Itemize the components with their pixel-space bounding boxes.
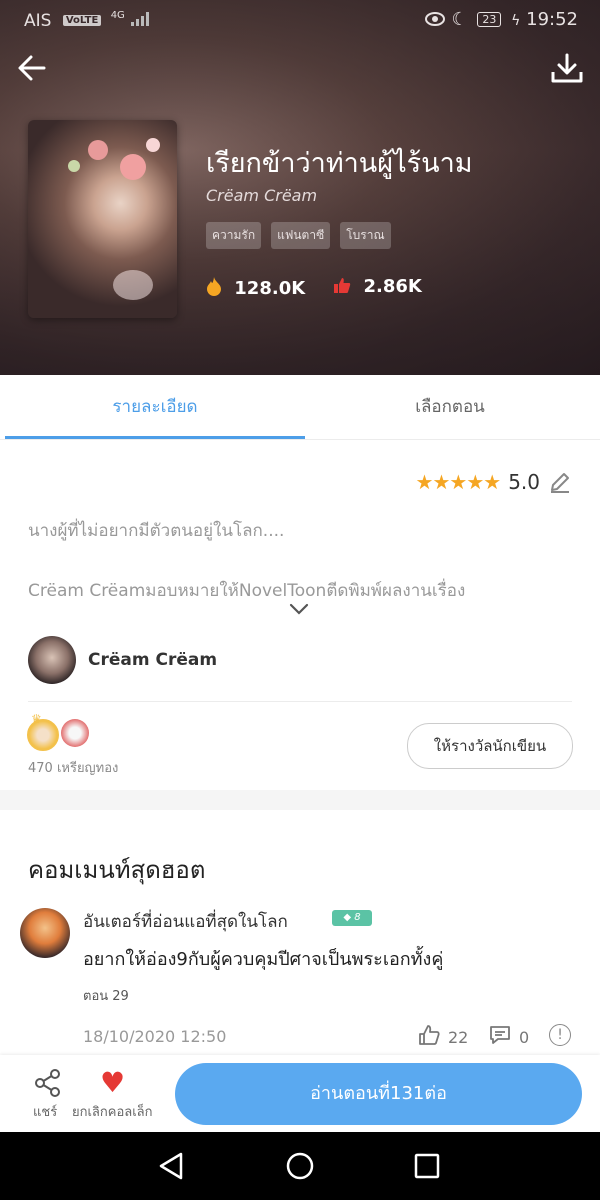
moon-icon: ☾ (451, 9, 468, 30)
tab-episodes[interactable]: เลือกตอน (300, 375, 600, 439)
coin-count: 470 เหรียญทอง (28, 761, 119, 776)
eye-icon (424, 9, 452, 30)
clock: 19:52 (526, 9, 578, 30)
book-title: เรียกข้าว่าท่านผู้ไร้นาม (206, 148, 473, 179)
charging-icon: ϟ (511, 13, 521, 29)
comment-avatar[interactable] (20, 908, 70, 958)
book-cover[interactable] (28, 120, 177, 318)
comment-text[interactable]: อยากให้อ่อง9กับผู้ควบคุมปีศาจเป็นพระเอกท… (83, 944, 443, 973)
fire-icon (206, 277, 228, 299)
chevron-down-icon[interactable] (289, 600, 309, 619)
thumbs-up-outline-icon (418, 1024, 440, 1050)
nav-home-icon[interactable] (285, 1151, 315, 1185)
level-value: 8 (354, 912, 361, 923)
heart-icon[interactable]: ♥ (100, 1066, 125, 1099)
status-right: ☾ 23 ϟ 19:52 (424, 9, 578, 30)
continue-reading-button[interactable]: อ่านตอนที่131ต่อ (175, 1063, 582, 1125)
arrow-left-icon[interactable] (16, 52, 48, 88)
pencil-icon[interactable] (548, 470, 572, 494)
hot-comments-title: คอมเมนท์สุดฮอต (28, 856, 206, 884)
carrier-label: AIS (24, 11, 52, 31)
book-stats: 128.0K 2.86K (206, 276, 422, 299)
star-rating: ★★★★★ (415, 470, 502, 494)
comment-bubble-icon (489, 1024, 511, 1050)
author-avatar[interactable] (28, 636, 76, 684)
thumbs-up-icon (333, 276, 357, 297)
comment-episode[interactable]: ตอน 29 (83, 985, 129, 1006)
tab-indicator (5, 436, 305, 439)
battery-icon: 23 (477, 12, 502, 27)
reward-author-button[interactable]: ให้รางวัลนักเขียน (407, 723, 573, 769)
tab-bar: รายละเอียด เลือกตอน (0, 375, 600, 440)
status-bar: AIS VoLTE 4G ☾ 23 ϟ 19:52 (0, 0, 600, 40)
rating-value: 5.0 (508, 470, 540, 494)
share-icon[interactable] (30, 1068, 66, 1102)
views-count: 128.0K (234, 278, 306, 299)
report-icon[interactable]: ! (549, 1024, 571, 1046)
book-author: Crëam Crëam (206, 186, 318, 205)
book-description: นางผู้ที่ไม่อยากมีตัวตนอยู่ในโลก.... (28, 521, 285, 541)
volte-badge: VoLTE (62, 15, 102, 26)
divider (28, 701, 572, 702)
download-icon[interactable] (550, 52, 584, 88)
comment-username[interactable]: อันเตอร์ที่อ่อนแอที่สุดในโลก (83, 908, 288, 935)
share-label[interactable]: แชร์ (33, 1101, 57, 1122)
tag-ancient[interactable]: โบราณ (340, 222, 391, 249)
comment-like-button[interactable]: 22 (418, 1024, 468, 1050)
tag-list: ความรัก แฟนตาซี โบราณ (206, 222, 391, 249)
nav-recent-icon[interactable] (414, 1153, 440, 1183)
views-stat: 128.0K (206, 276, 305, 299)
tab-details[interactable]: รายละเอียด (5, 375, 305, 439)
likes-stat: 2.86K (333, 276, 422, 299)
comment-reply-count: 0 (519, 1027, 530, 1047)
crown-icon: ♛ (31, 712, 42, 726)
license-notice: Crëam Crëamมอบหมายให้NovelToonตีดพิมพ์ผล… (28, 581, 466, 601)
network-label: 4G (110, 10, 125, 21)
author-name[interactable]: Crëam Crëam (88, 650, 217, 670)
comment-reply-button[interactable]: 0 (489, 1024, 529, 1050)
comment-like-count: 22 (448, 1027, 469, 1047)
uncollect-label[interactable]: ยกเลิกคอลเล็ก (72, 1101, 153, 1122)
comment-date: 18/10/2020 12:50 (83, 1027, 227, 1046)
supporter-avatar[interactable] (61, 719, 89, 747)
tag-romance[interactable]: ความรัก (206, 222, 262, 249)
tag-fantasy[interactable]: แฟนตาซี (271, 222, 331, 249)
carrier-info: AIS VoLTE 4G (24, 10, 150, 31)
signal-icon (130, 11, 150, 31)
likes-count: 2.86K (363, 276, 422, 297)
section-separator (0, 790, 600, 810)
rating: ★★★★★ 5.0 (416, 470, 572, 494)
nav-back-icon[interactable] (157, 1151, 185, 1185)
level-badge: ◆ 8 (332, 910, 372, 926)
